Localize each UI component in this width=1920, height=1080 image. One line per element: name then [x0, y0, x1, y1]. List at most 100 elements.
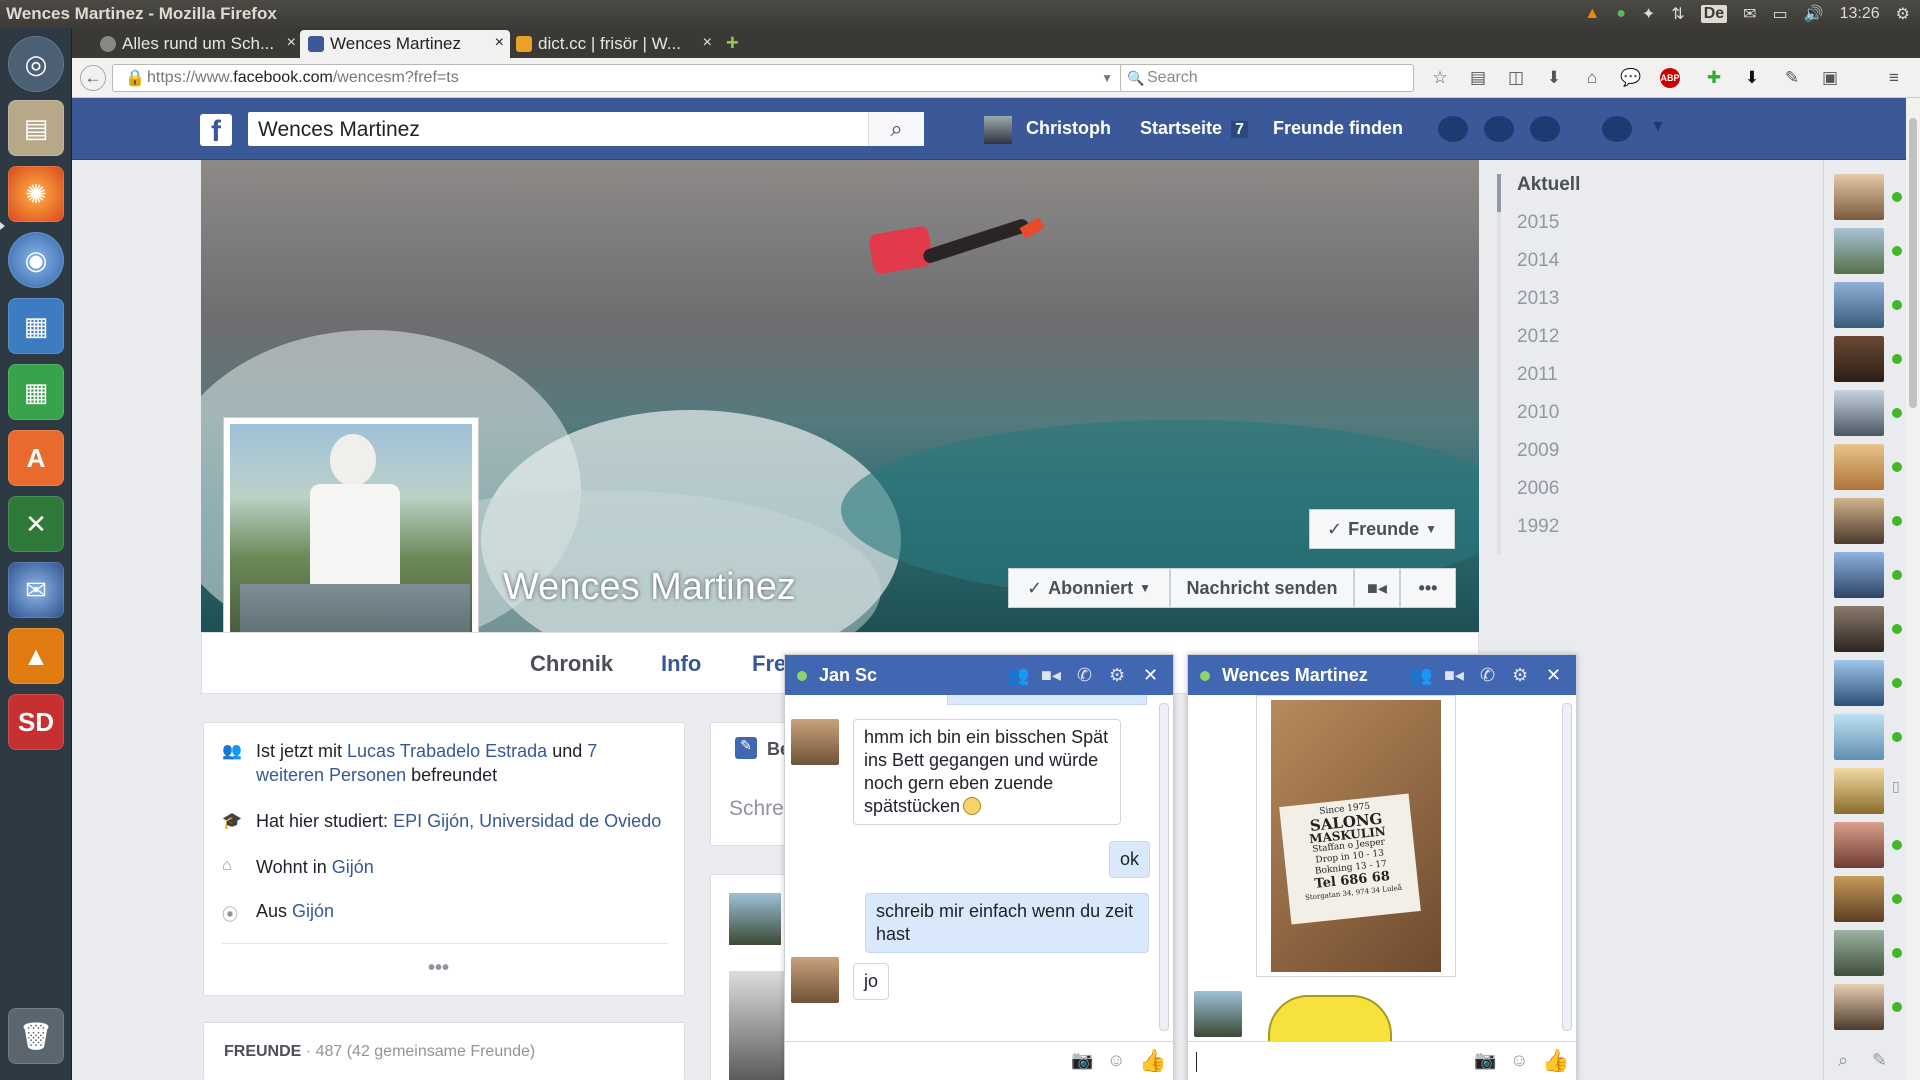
download-icon[interactable]: ⬇	[1544, 68, 1564, 88]
user-avatar[interactable]	[984, 116, 1012, 144]
tab-info[interactable]: Info	[661, 651, 701, 677]
chat-scrollbar[interactable]	[1159, 703, 1169, 1031]
gear-icon[interactable]: ⚙	[1512, 665, 1528, 686]
back-icon[interactable]: ←	[80, 65, 106, 91]
close-tab-icon[interactable]: ×	[287, 34, 296, 52]
find-friends-link[interactable]: Freunde finden	[1273, 118, 1403, 139]
tab-friends[interactable]: Fre	[752, 651, 786, 677]
tab-wences-martinez[interactable]: Wences Martinez ×	[300, 30, 510, 58]
phone-icon[interactable]: ✆	[1480, 665, 1495, 686]
dropbox-tray-icon[interactable]: ✦	[1642, 4, 1655, 24]
network-tray-icon[interactable]: ⇅	[1671, 4, 1684, 24]
download-arrow-icon[interactable]: ⬇	[1742, 68, 1762, 88]
contact-avatar[interactable]	[1834, 174, 1884, 220]
close-icon[interactable]: ✕	[1143, 665, 1158, 686]
privacy-shortcuts-icon[interactable]	[1602, 116, 1632, 142]
chat-header[interactable]: Wences Martinez 👥 ■◂ ✆ ⚙ ✕	[1188, 655, 1576, 695]
contact-avatar[interactable]	[1834, 228, 1884, 274]
city-link[interactable]: Gijón	[332, 857, 374, 877]
close-icon[interactable]: ✕	[1546, 665, 1561, 686]
mail-tray-icon[interactable]: ✉	[1743, 4, 1756, 24]
account-menu-chevron-icon[interactable]: ▼	[1650, 118, 1666, 136]
contact-avatar[interactable]	[1834, 498, 1884, 544]
chat-icon[interactable]: 💬	[1620, 68, 1641, 88]
contact-avatar[interactable]	[1834, 660, 1884, 706]
like-icon[interactable]: 👍	[1139, 1048, 1166, 1074]
more-friends-link[interactable]: weiteren Personen	[256, 765, 406, 785]
page-scrollbar[interactable]	[1906, 98, 1920, 1080]
close-tab-icon[interactable]: ×	[703, 34, 712, 52]
close-tab-icon[interactable]: ×	[495, 34, 504, 52]
contact-avatar[interactable]	[1834, 984, 1884, 1030]
emoji-icon[interactable]: ☺	[1107, 1050, 1125, 1071]
user-name-link[interactable]: Christoph	[1026, 118, 1111, 139]
contact-avatar[interactable]	[1834, 444, 1884, 490]
chat-header[interactable]: Jan Sc 👥 ■◂ ✆ ⚙ ✕	[785, 655, 1173, 695]
contact-avatar[interactable]	[1834, 930, 1884, 976]
chat-search-icon[interactable]: ⌕	[1838, 1050, 1848, 1071]
image-viewer-icon[interactable]: ▦	[8, 298, 64, 354]
files-icon[interactable]: ▤	[8, 100, 64, 156]
reading-list-icon[interactable]: ▤	[1468, 68, 1488, 88]
tab-alles-rund[interactable]: Alles rund um Sch... ×	[92, 30, 302, 58]
year-link[interactable]: 1992	[1497, 516, 1627, 554]
contact-avatar[interactable]	[1194, 991, 1242, 1037]
contact-avatar[interactable]	[1834, 822, 1884, 868]
intro-more-button[interactable]: •••	[428, 957, 449, 980]
gear-icon[interactable]: ⚙	[1896, 4, 1910, 24]
school-link[interactable]: EPI Gijón, Universidad de Oviedo	[393, 811, 661, 831]
volume-tray-icon[interactable]: 🔊	[1804, 4, 1824, 24]
facebook-search-input[interactable]: Wences Martinez	[248, 112, 924, 146]
tab-chronik[interactable]: Chronik	[530, 651, 613, 677]
pocket-icon[interactable]: ◫	[1506, 68, 1526, 88]
extension-icon[interactable]: ✎	[1782, 68, 1802, 88]
add-people-icon[interactable]: 👥	[1007, 665, 1029, 686]
friends-button[interactable]: ✓ Freunde ▼	[1309, 509, 1455, 549]
facebook-search-button[interactable]: ⌕	[868, 112, 924, 146]
contact-avatar[interactable]	[1834, 876, 1884, 922]
spreadsheet-icon[interactable]: ▦	[8, 364, 64, 420]
year-link[interactable]: 2014	[1497, 250, 1627, 288]
video-call-button[interactable]: ■◂	[1354, 568, 1400, 608]
chat-contact-name[interactable]: Jan Sc	[819, 665, 877, 686]
contact-avatar[interactable]	[1834, 606, 1884, 652]
contact-avatar[interactable]	[1834, 714, 1884, 760]
new-message-icon[interactable]: ✎	[1872, 1050, 1887, 1071]
year-link[interactable]: 2011	[1497, 364, 1627, 402]
addon-icon[interactable]: ✚	[1704, 68, 1724, 88]
more-options-button[interactable]: •••	[1400, 568, 1456, 608]
facebook-logo-icon[interactable]: f	[200, 114, 232, 148]
video-call-icon[interactable]: ■◂	[1444, 665, 1464, 686]
trash-icon[interactable]: 🗑	[8, 1008, 64, 1064]
dropdown-icon[interactable]: ▼	[1101, 71, 1113, 85]
contact-avatar[interactable]	[1834, 282, 1884, 328]
camera-icon[interactable]: 📷	[1071, 1050, 1093, 1071]
year-link[interactable]: 2006	[1497, 478, 1627, 516]
adblock-icon[interactable]: ABP	[1660, 68, 1680, 88]
keyboard-layout[interactable]: De	[1700, 5, 1728, 23]
vlc-icon[interactable]: ▲	[8, 628, 64, 684]
menu-icon[interactable]: ≡	[1884, 68, 1904, 88]
more-friends-link-count[interactable]: 7	[587, 741, 597, 761]
bookmark-star-icon[interactable]: ☆	[1430, 68, 1450, 88]
notifications-globe-icon[interactable]	[1530, 116, 1560, 142]
home-link[interactable]: Startseite 7	[1140, 118, 1248, 139]
shared-photo[interactable]: Since 1975 SALONG MASKULIN Staffan o Jes…	[1256, 695, 1456, 977]
phone-icon[interactable]: ✆	[1077, 665, 1092, 686]
messages-icon[interactable]	[1484, 116, 1514, 142]
year-link[interactable]: 2012	[1497, 326, 1627, 364]
like-icon[interactable]: 👍	[1542, 1048, 1569, 1074]
gear-icon[interactable]: ⚙	[1109, 665, 1125, 686]
home-icon[interactable]: ⌂	[1582, 68, 1602, 88]
chat-scrollbar[interactable]	[1562, 703, 1572, 1031]
ubuntu-dash-icon[interactable]: ◎	[8, 36, 64, 92]
security-tray-icon[interactable]: ●	[1616, 5, 1626, 23]
friend-requests-icon[interactable]	[1438, 116, 1468, 142]
clock[interactable]: 13:26	[1840, 5, 1880, 23]
chat-contact-name[interactable]: Wences Martinez	[1222, 665, 1368, 686]
send-message-button[interactable]: Nachricht senden	[1170, 568, 1354, 608]
subscribed-button[interactable]: ✓ Abonniert ▼	[1008, 568, 1170, 608]
year-link[interactable]: Aktuell	[1497, 174, 1627, 212]
sync-icon[interactable]: ▣	[1820, 68, 1840, 88]
tab-dict-cc[interactable]: dict.cc | frisör | W... ×	[508, 30, 718, 58]
